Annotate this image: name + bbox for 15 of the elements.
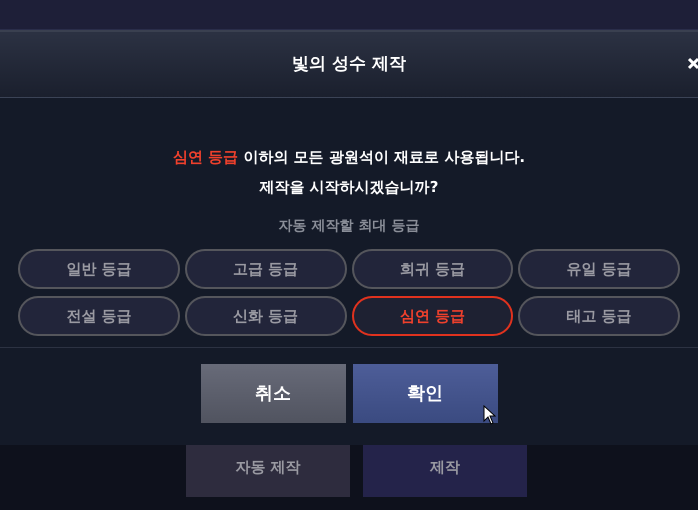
confirm-message: 심연 등급 이하의 모든 광원석이 재료로 사용됩니다. 제작을 시작하시겠습니까? bbox=[172, 147, 526, 198]
close-icon[interactable] bbox=[688, 56, 698, 72]
grade-option[interactable]: 희귀 등급 bbox=[352, 249, 514, 289]
grade-option[interactable]: 일반 등급 bbox=[18, 249, 180, 289]
grade-option[interactable]: 신화 등급 bbox=[184, 296, 346, 336]
dialog-title: 빛의 성수 제작 bbox=[292, 52, 406, 76]
cursor-icon bbox=[483, 405, 496, 425]
grade-option[interactable]: 심연 등급 bbox=[352, 296, 514, 336]
grade-option[interactable]: 고급 등급 bbox=[184, 249, 346, 289]
grade-option[interactable]: 태고 등급 bbox=[518, 296, 680, 336]
grade-option[interactable]: 전설 등급 bbox=[18, 296, 180, 336]
grade-label: 자동 제작할 최대 등급 bbox=[278, 217, 420, 236]
confirm-button[interactable]: 확인 bbox=[352, 364, 498, 423]
grade-option[interactable]: 유일 등급 bbox=[518, 249, 680, 289]
cancel-button[interactable]: 취소 bbox=[200, 364, 346, 423]
